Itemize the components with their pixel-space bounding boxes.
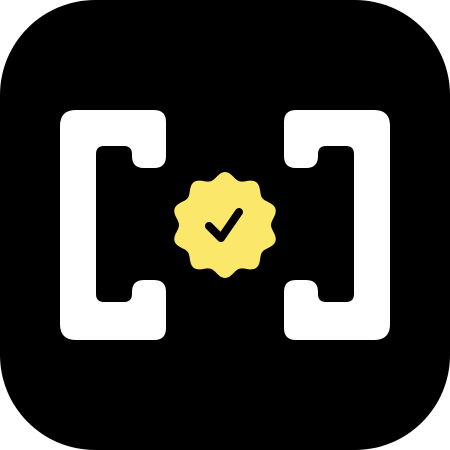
app-icon-graphic bbox=[0, 0, 450, 450]
app-icon[interactable] bbox=[0, 0, 450, 450]
